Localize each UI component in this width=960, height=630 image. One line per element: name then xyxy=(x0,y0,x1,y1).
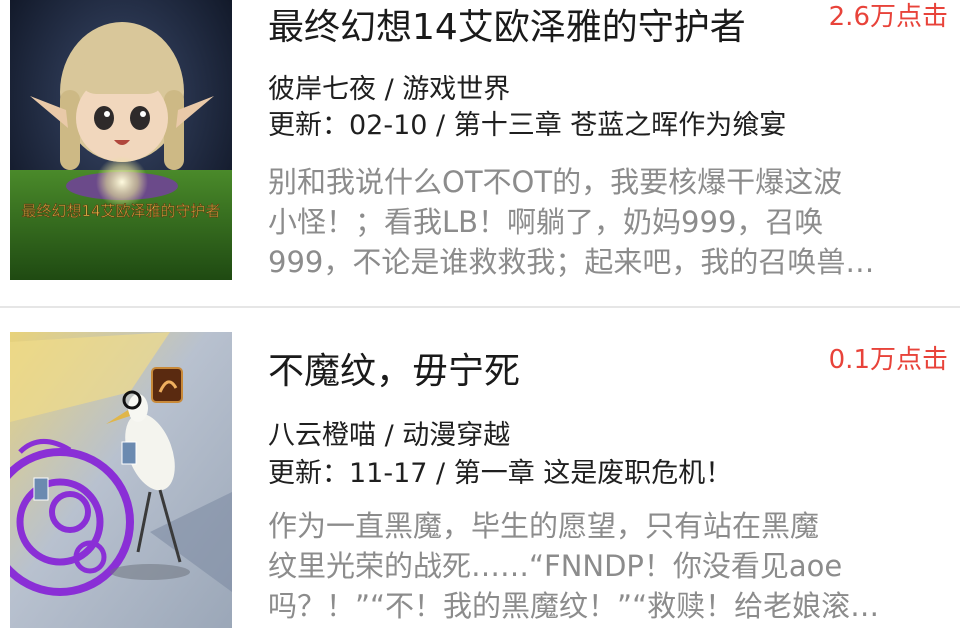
description-line: 小怪！；看我LB！啊躺了，奶妈999，召唤 xyxy=(268,205,824,239)
description-line: 纹里光荣的战死……“FNNDP！你没看见aoe xyxy=(268,549,843,583)
book-title[interactable]: 不魔纹，毋宁死 xyxy=(268,342,520,394)
book-list-item[interactable]: 最终幻想14艾欧泽雅的守护者 最终幻想14艾欧泽雅的守护者 2.6万点击 彼岸七… xyxy=(0,0,960,306)
book-list-item[interactable]: 不魔纹，毋宁死 0.1万点击 八云橙喵 / 动漫穿越 更新：11-17 / 第一… xyxy=(0,308,960,630)
description-line: 999，不论是谁救救我；起来吧，我的召唤兽… xyxy=(268,245,875,279)
book-cover[interactable] xyxy=(10,332,232,628)
book-description: 作为一直黑魔，毕生的愿望，只有站在黑魔 纹里光荣的战死……“FNNDP！你没看见… xyxy=(268,506,918,626)
description-line: 别和我说什么OT不OT的，我要核爆干爆这波 xyxy=(268,165,843,199)
cover-art-lalafell: 最终幻想14艾欧泽雅的守护者 xyxy=(10,0,232,280)
click-count: 2.6万点击 xyxy=(828,2,948,32)
description-line: 作为一直黑魔，毕生的愿望，只有站在黑魔 xyxy=(268,509,820,543)
cover-art-bird xyxy=(10,332,232,628)
book-cover[interactable]: 最终幻想14艾欧泽雅的守护者 xyxy=(10,0,232,280)
cover-caption: 最终幻想14艾欧泽雅的守护者 xyxy=(21,202,220,220)
book-list: 最终幻想14艾欧泽雅的守护者 最终幻想14艾欧泽雅的守护者 2.6万点击 彼岸七… xyxy=(0,0,960,630)
book-title[interactable]: 最终幻想14艾欧泽雅的守护者 xyxy=(268,0,746,50)
update-info: 更新：11-17 / 第一章 这是废职危机！ xyxy=(268,458,733,489)
book-description: 别和我说什么OT不OT的，我要核爆干爆这波 小怪！；看我LB！啊躺了，奶妈999… xyxy=(268,162,918,282)
author-category: 八云橙喵 / 动漫穿越 xyxy=(268,420,511,451)
update-info: 更新：02-10 / 第十三章 苍蓝之晖作为飨宴 xyxy=(268,110,787,141)
author-category: 彼岸七夜 / 游戏世界 xyxy=(268,74,511,105)
click-count: 0.1万点击 xyxy=(828,345,948,375)
description-line: 吗？！”“不！我的黑魔纹！”“救赎！给老娘滚… xyxy=(268,589,880,623)
